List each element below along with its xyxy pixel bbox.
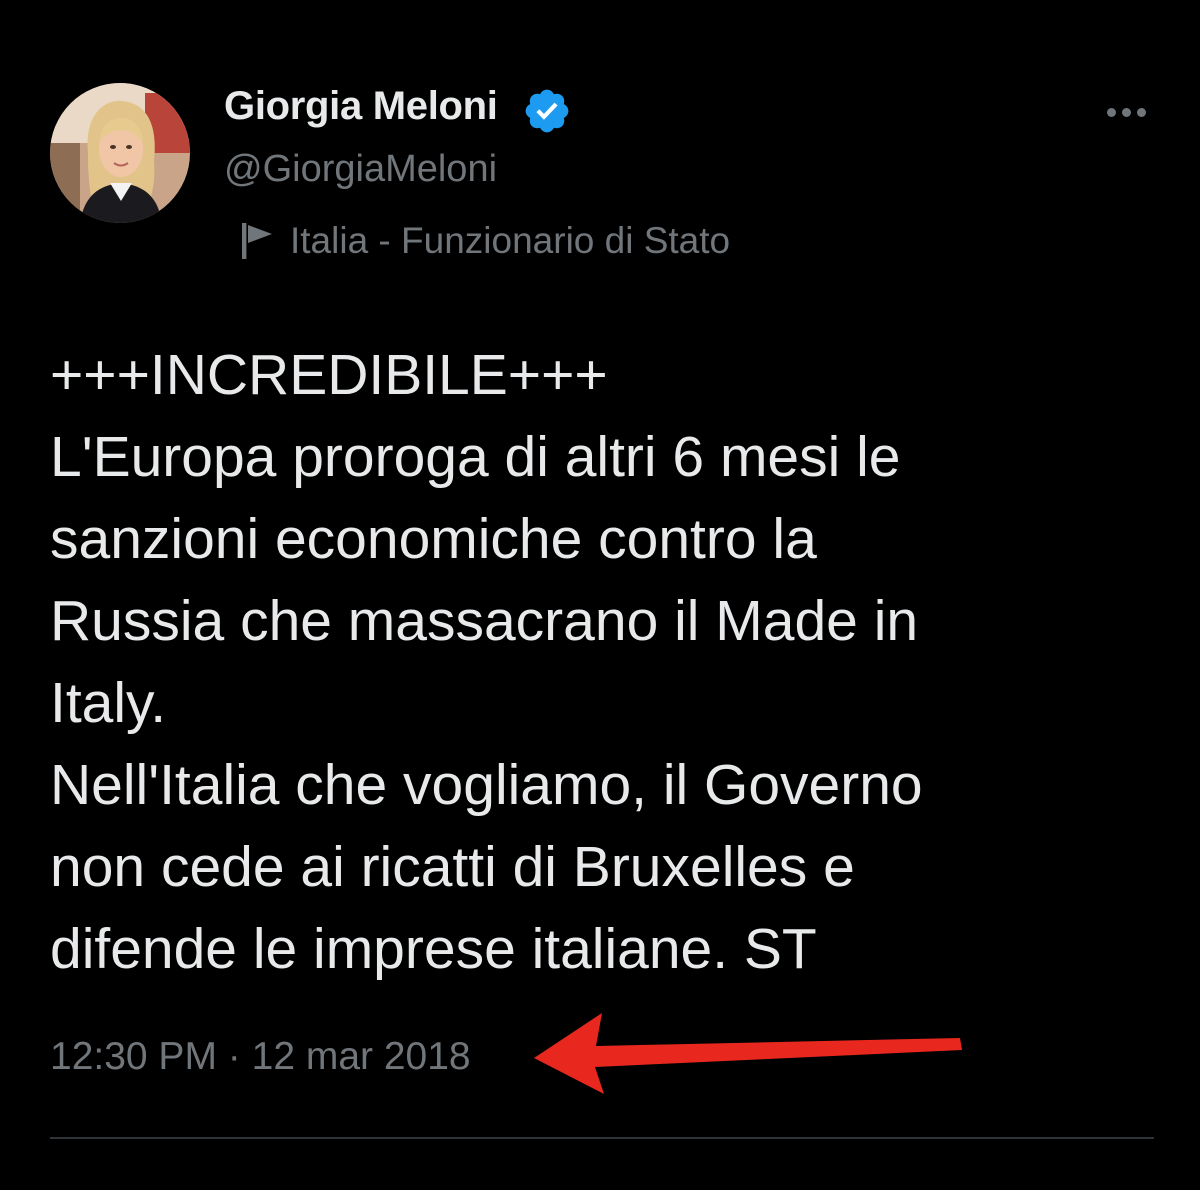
- tweet-text-line: non cede ai ricatti di Bruxelles e: [50, 835, 855, 899]
- divider: [50, 1137, 1154, 1139]
- tweet-text-line: difende le imprese italiane. ST: [50, 917, 817, 981]
- more-options-button[interactable]: [1096, 92, 1156, 132]
- more-dot-icon: [1121, 107, 1131, 117]
- more-dot-icon: [1136, 107, 1146, 117]
- account-label-text: Italia - Funzionario di Stato: [290, 220, 731, 261]
- avatar[interactable]: [50, 83, 190, 223]
- author-handle[interactable]: @GiorgiaMeloni: [224, 148, 497, 191]
- tweet-text-line: +++INCREDIBILE+++: [50, 343, 608, 407]
- tweet-text-line: sanzioni economiche contro la: [50, 507, 817, 571]
- more-dot-icon: [1106, 107, 1116, 117]
- tweet-text: +++INCREDIBILE+++ L'Europa proroga di al…: [50, 334, 1160, 990]
- tweet-text-line: Russia che massacrano il Made in: [50, 589, 919, 653]
- account-label[interactable]: Italia - Funzionario di Stato: [240, 218, 730, 264]
- tweet-text-line: L'Europa proroga di altri 6 mesi le: [50, 425, 901, 489]
- tweet-timestamp[interactable]: 12:30 PM · 12 mar 2018: [50, 1035, 471, 1079]
- timestamp-separator: ·: [227, 1035, 241, 1078]
- tweet-text-line: Italy.: [50, 671, 167, 735]
- red-arrow-annotation: [534, 1013, 962, 1094]
- tweet-time: 12:30 PM: [50, 1035, 217, 1078]
- verified-badge-icon: [525, 89, 569, 133]
- tweet-text-line: Nell'Italia che vogliamo, il Governo: [50, 753, 923, 817]
- flag-icon: [242, 223, 272, 259]
- tweet: Giorgia Meloni @GiorgiaMeloni Italia - F…: [0, 0, 1200, 1190]
- tweet-date: 12 mar 2018: [251, 1035, 471, 1078]
- author-name[interactable]: Giorgia Meloni: [224, 84, 498, 129]
- avatar-image: [50, 83, 190, 223]
